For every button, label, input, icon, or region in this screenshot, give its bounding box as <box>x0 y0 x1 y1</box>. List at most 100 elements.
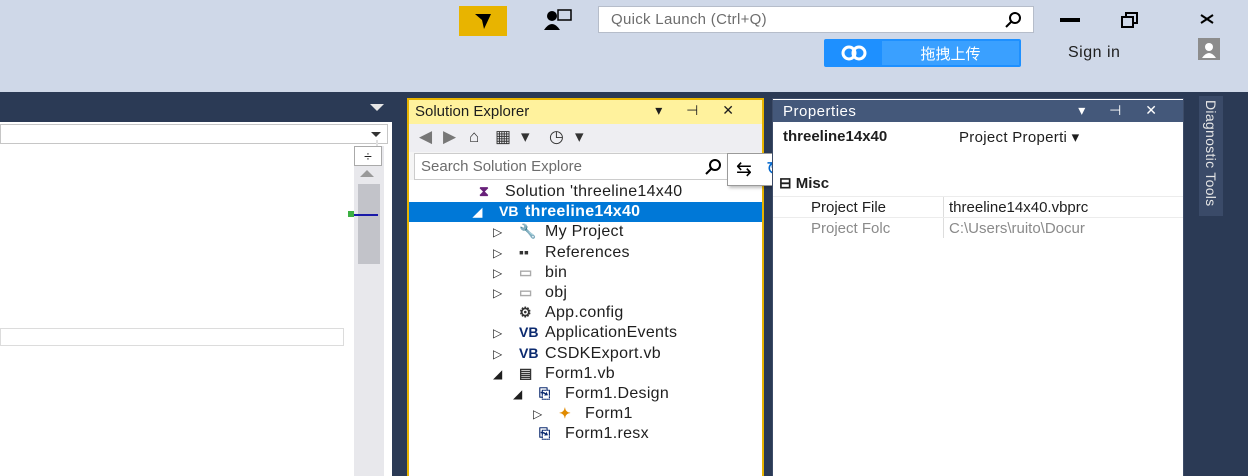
cursor-position-marker <box>350 214 378 216</box>
close-button[interactable] <box>1196 8 1218 30</box>
references-icon: ▪▪ <box>519 243 529 260</box>
tree-item[interactable]: ▷ ▪▪ References <box>409 243 762 263</box>
object-selector[interactable]: threeline14x40 Project Properti ▾ <box>773 122 1183 150</box>
solution-search-input[interactable]: Search Solution Explore <box>414 153 728 180</box>
object-type: Project Properti ▾ <box>959 129 1080 146</box>
chevron-down-icon[interactable]: ▾ <box>521 127 530 147</box>
column-divider <box>943 218 944 238</box>
expand-icon[interactable]: ▷ <box>493 266 502 280</box>
object-name: threeline14x40 <box>783 128 888 145</box>
folder-icon: ▭ <box>519 284 533 300</box>
property-row[interactable]: Project File threeline14x40.vbprc <box>773 196 1183 217</box>
properties-title: Properties <box>783 103 857 120</box>
tree-item-label: Solution 'threeline14x40 <box>505 183 683 200</box>
scroll-up-icon[interactable] <box>360 170 374 177</box>
restore-button[interactable] <box>1120 10 1140 30</box>
tree-item[interactable]: ▷ ✦ Form1 <box>409 404 762 424</box>
vb-file-icon: VB <box>519 344 539 361</box>
property-grid: ⊟ Misc Project File threeline14x40.vbprc… <box>773 170 1183 476</box>
chevron-down-icon[interactable]: ▾ <box>575 127 584 147</box>
form-icon: ▤ <box>519 364 533 381</box>
solution-tree: ⧗ Solution 'threeline14x40 ◢ VB threeline14x… <box>409 180 762 476</box>
quick-launch-placeholder: Quick Launch (Ctrl+Q) <box>611 11 767 28</box>
expand-icon[interactable]: ▷ <box>493 246 502 260</box>
editor-tab-strip <box>0 92 398 122</box>
account-feedback-icon[interactable] <box>543 8 573 34</box>
solution-explorer-titlebar[interactable]: Solution Explorer ▾ ⊣ ✕ <box>409 100 762 124</box>
solution-icon: ⧗ <box>479 183 489 199</box>
editor-line[interactable] <box>0 328 344 346</box>
collapse-icon[interactable]: ◢ <box>473 205 482 219</box>
property-key: Project File <box>811 199 887 216</box>
tree-item-label: Form1.Design <box>565 385 670 402</box>
search-icon <box>1005 12 1021 28</box>
wrench-icon: 🔧 <box>519 223 537 240</box>
collapse-icon[interactable]: ◢ <box>493 367 502 381</box>
change-marker <box>348 211 354 217</box>
solution-explorer-title: Solution Explorer <box>415 103 530 120</box>
column-divider <box>943 197 944 217</box>
properties-titlebar[interactable]: Properties ▾ ⊣ ✕ <box>773 100 1183 122</box>
quick-launch-input[interactable]: Quick Launch (Ctrl+Q) <box>598 6 1034 33</box>
solution-explorer-toolbar: ◀ ▶ ⌂ ▦ ▾ ◷ ▾ <box>409 124 762 152</box>
home-icon[interactable]: ⌂ <box>469 127 479 147</box>
tab-diagnostic-tools[interactable]: Diagnostic Tools <box>1199 96 1223 216</box>
tree-item-label: threeline14x40 <box>525 203 641 221</box>
collapse-icon[interactable]: ◢ <box>513 387 522 401</box>
folder-icon: ▭ <box>519 263 533 280</box>
tree-item[interactable]: ⎘ Form1.resx <box>409 424 762 444</box>
back-icon[interactable]: ◀ <box>419 127 432 147</box>
tree-item-label: References <box>545 243 630 261</box>
diagnostic-tab-label: Diagnostic Tools <box>1203 100 1219 207</box>
sync-icon[interactable]: ⇆ <box>736 158 752 181</box>
tree-item[interactable]: ▷ VB ApplicationEvents <box>409 323 762 343</box>
member-dropdown[interactable] <box>0 124 388 144</box>
expand-icon[interactable]: ▷ <box>493 347 502 361</box>
panel-window-controls[interactable]: ▾ ⊣ ✕ <box>655 102 744 119</box>
config-icon: ⚙ <box>519 304 532 321</box>
tree-item[interactable]: ⧗ Solution 'threeline14x40 <box>409 182 762 202</box>
tree-item[interactable]: ▷ ▭ bin <box>409 263 762 283</box>
expand-icon[interactable]: ▷ <box>493 286 502 300</box>
expand-icon[interactable]: ▷ <box>533 407 542 421</box>
expand-icon[interactable]: ▷ <box>493 225 502 239</box>
forward-icon[interactable]: ▶ <box>443 127 456 147</box>
feedback-button[interactable] <box>459 6 507 36</box>
scrollbar-thumb[interactable] <box>358 184 380 264</box>
panel-window-controls[interactable]: ▾ ⊣ ✕ <box>1078 102 1167 119</box>
upload-button[interactable]: 拖拽上传 <box>824 39 1021 67</box>
category-label: Misc <box>795 175 830 192</box>
chevron-down-icon <box>371 132 381 137</box>
cloud-upload-icon <box>826 41 882 65</box>
pending-changes-icon[interactable]: ◷ <box>549 127 564 147</box>
tree-item-label: ApplicationEvents <box>545 324 678 342</box>
tree-item-label: Form1.resx <box>565 425 649 443</box>
tree-item-label: Form1 <box>585 405 633 423</box>
tree-item-label: App.config <box>545 304 624 322</box>
tree-item[interactable]: ◢ ▤ Form1.vb <box>409 364 762 384</box>
chevron-down-icon[interactable] <box>370 104 384 111</box>
property-value: threeline14x40.vbprc <box>949 199 1089 216</box>
class-icon: ✦ <box>559 405 571 422</box>
sign-in-link[interactable]: Sign in <box>1068 44 1120 62</box>
tree-item[interactable]: ◢ VB threeline14x40 <box>409 202 762 223</box>
tree-item[interactable]: ▷ ▭ obj <box>409 283 762 303</box>
resx-icon: ⎘ <box>539 425 551 442</box>
tree-item[interactable]: ◢ ⎘ Form1.Design <box>409 384 762 404</box>
vb-project-icon: VB <box>499 203 519 220</box>
expand-icon[interactable]: ▷ <box>493 326 502 340</box>
tree-item[interactable]: ▷ VB CSDKExport.vb <box>409 344 762 364</box>
tree-item[interactable]: ▷ 🔧 My Project <box>409 222 762 242</box>
tree-item[interactable]: ⚙ App.config <box>409 303 762 323</box>
property-value: C:\Users\ruito\Docur <box>949 220 1085 237</box>
minimize-button[interactable] <box>1060 18 1080 22</box>
property-row[interactable]: Project Folc C:\Users\ruito\Docur <box>773 217 1183 238</box>
designer-icon: ⎘ <box>539 385 551 401</box>
split-handle[interactable]: ÷ <box>354 146 382 166</box>
tree-item-label: My Project <box>545 223 624 241</box>
code-editor[interactable] <box>0 122 392 476</box>
category-misc[interactable]: ⊟ Misc <box>779 174 829 192</box>
switch-views-icon[interactable]: ▦ <box>495 127 511 147</box>
tree-item-label: bin <box>545 263 568 281</box>
avatar[interactable] <box>1198 38 1220 60</box>
